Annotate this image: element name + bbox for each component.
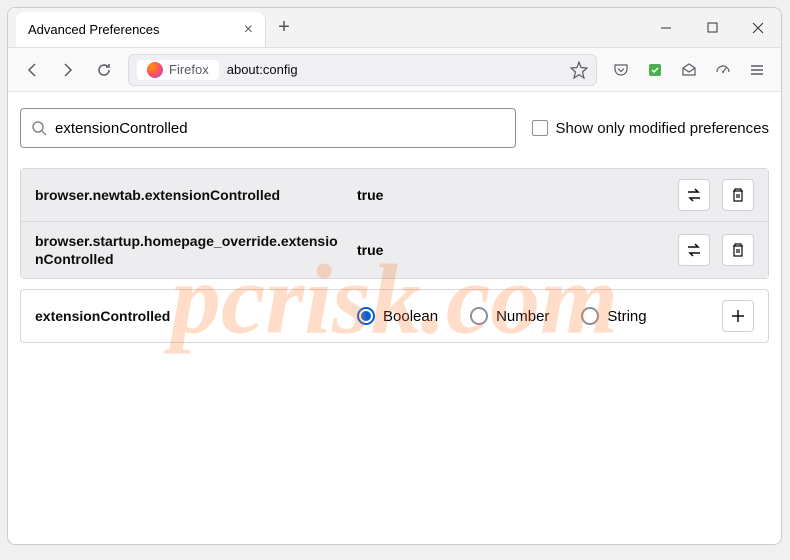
menu-button[interactable] (741, 54, 773, 86)
checkbox-icon[interactable] (532, 120, 548, 136)
type-label: Number (496, 308, 549, 325)
identity-box[interactable]: Firefox (137, 60, 219, 80)
url-text: about:config (227, 62, 298, 77)
add-button[interactable] (722, 300, 754, 332)
url-bar[interactable]: Firefox about:config (128, 54, 597, 86)
content-area: Show only modified preferences browser.n… (8, 92, 781, 359)
type-boolean-option[interactable]: Boolean (357, 307, 438, 325)
search-box[interactable] (20, 108, 516, 148)
close-window-button[interactable] (735, 8, 781, 47)
add-preference-row: extensionControlled Boolean Number Strin… (20, 289, 769, 343)
titlebar: Advanced Preferences × + (8, 8, 781, 48)
show-modified-toggle[interactable]: Show only modified preferences (532, 120, 769, 137)
preference-row: browser.startup.homepage_override.extens… (21, 222, 768, 278)
radio-checked-icon (357, 307, 375, 325)
toggle-button[interactable] (678, 179, 710, 211)
pocket-icon[interactable] (605, 54, 637, 86)
new-preference-name: extensionControlled (35, 307, 345, 325)
identity-label: Firefox (169, 62, 209, 77)
bookmark-star-icon[interactable] (570, 61, 588, 79)
minimize-button[interactable] (643, 8, 689, 47)
type-number-option[interactable]: Number (470, 307, 549, 325)
forward-button[interactable] (52, 54, 84, 86)
preference-list: browser.newtab.extensionControlled true … (20, 168, 769, 279)
dashboard-icon[interactable] (707, 54, 739, 86)
radio-icon (470, 307, 488, 325)
firefox-logo-icon (147, 62, 163, 78)
show-modified-label: Show only modified preferences (556, 120, 769, 137)
toggle-button[interactable] (678, 234, 710, 266)
radio-icon (581, 307, 599, 325)
new-tab-button[interactable]: + (266, 8, 302, 47)
preference-name: browser.startup.homepage_override.extens… (35, 232, 345, 268)
type-label: Boolean (383, 308, 438, 325)
preference-value: true (357, 242, 666, 258)
preference-name: browser.newtab.extensionControlled (35, 186, 345, 204)
type-label: String (607, 308, 646, 325)
extension-icon[interactable] (639, 54, 671, 86)
inbox-icon[interactable] (673, 54, 705, 86)
reload-button[interactable] (88, 54, 120, 86)
delete-button[interactable] (722, 179, 754, 211)
browser-tab[interactable]: Advanced Preferences × (16, 12, 266, 47)
back-button[interactable] (16, 54, 48, 86)
search-icon (31, 120, 47, 136)
preference-row: browser.newtab.extensionControlled true (21, 169, 768, 222)
tab-title: Advanced Preferences (28, 22, 160, 37)
close-tab-icon[interactable]: × (244, 21, 253, 39)
toolbar: Firefox about:config (8, 48, 781, 92)
search-input[interactable] (55, 120, 505, 137)
preference-value: true (357, 187, 666, 203)
delete-button[interactable] (722, 234, 754, 266)
maximize-button[interactable] (689, 8, 735, 47)
type-string-option[interactable]: String (581, 307, 646, 325)
